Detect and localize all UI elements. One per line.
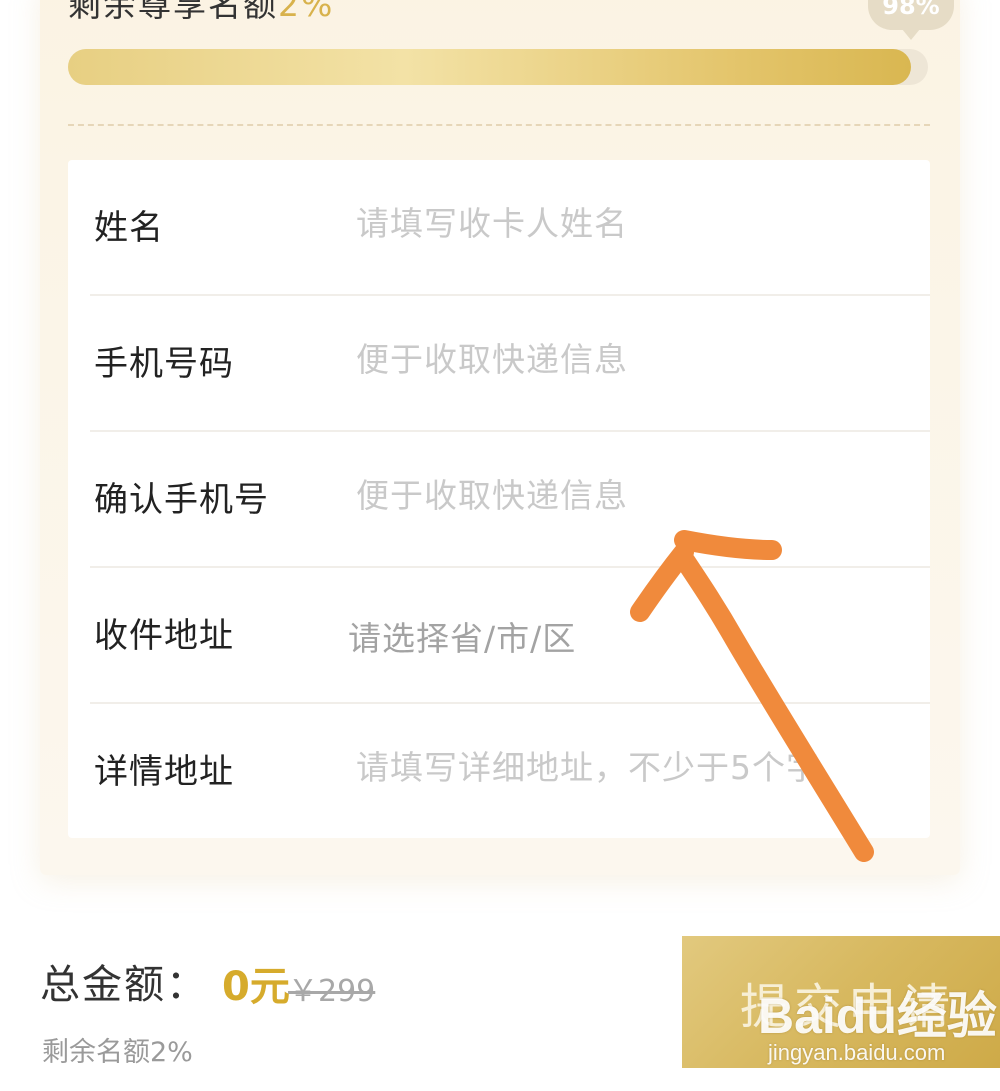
address-label: 收件地址 [94, 616, 234, 656]
quota-progress-fill [68, 49, 911, 85]
submit-application-button[interactable]: 提交申请 [682, 936, 1000, 1068]
confirm-phone-input[interactable] [356, 468, 896, 522]
name-row: 姓名 [68, 160, 930, 296]
name-label: 姓名 [94, 208, 164, 248]
phone-row: 手机号码 [68, 296, 930, 432]
confirm-phone-row: 确认手机号 [68, 432, 930, 568]
phone-input[interactable] [356, 332, 896, 386]
original-price: ￥299 [288, 974, 376, 1009]
total-amount-value: 0元 [222, 964, 290, 1010]
remaining-quota-footer: 剩余名额2% [42, 1037, 193, 1068]
shipping-form: 姓名 手机号码 确认手机号 收件地址 请选择省/市/区 详情地址 [68, 160, 930, 838]
detail-address-label: 详情地址 [94, 752, 234, 792]
quota-progress-bar [68, 49, 928, 85]
progress-percent-badge: 98% [868, 0, 954, 40]
remaining-quota-percent: 2% [278, 0, 335, 24]
remaining-quota-text: 剩余尊享名额2% [68, 0, 334, 26]
name-input[interactable] [356, 196, 896, 250]
dashed-divider [68, 124, 930, 126]
region-select[interactable]: 请选择省/市/区 [348, 612, 576, 660]
page: 剩余尊享名额2% 98% 姓名 手机号码 确认手机号 收件地址 请选择省/市/区… [0, 0, 1000, 1091]
phone-label: 手机号码 [94, 344, 234, 384]
confirm-phone-label: 确认手机号 [94, 480, 269, 520]
total-amount-label: 总金额： [40, 962, 208, 1008]
detail-address-input[interactable] [356, 740, 896, 794]
address-row[interactable]: 收件地址 请选择省/市/区 [68, 568, 930, 704]
detail-address-row: 详情地址 [68, 704, 930, 840]
